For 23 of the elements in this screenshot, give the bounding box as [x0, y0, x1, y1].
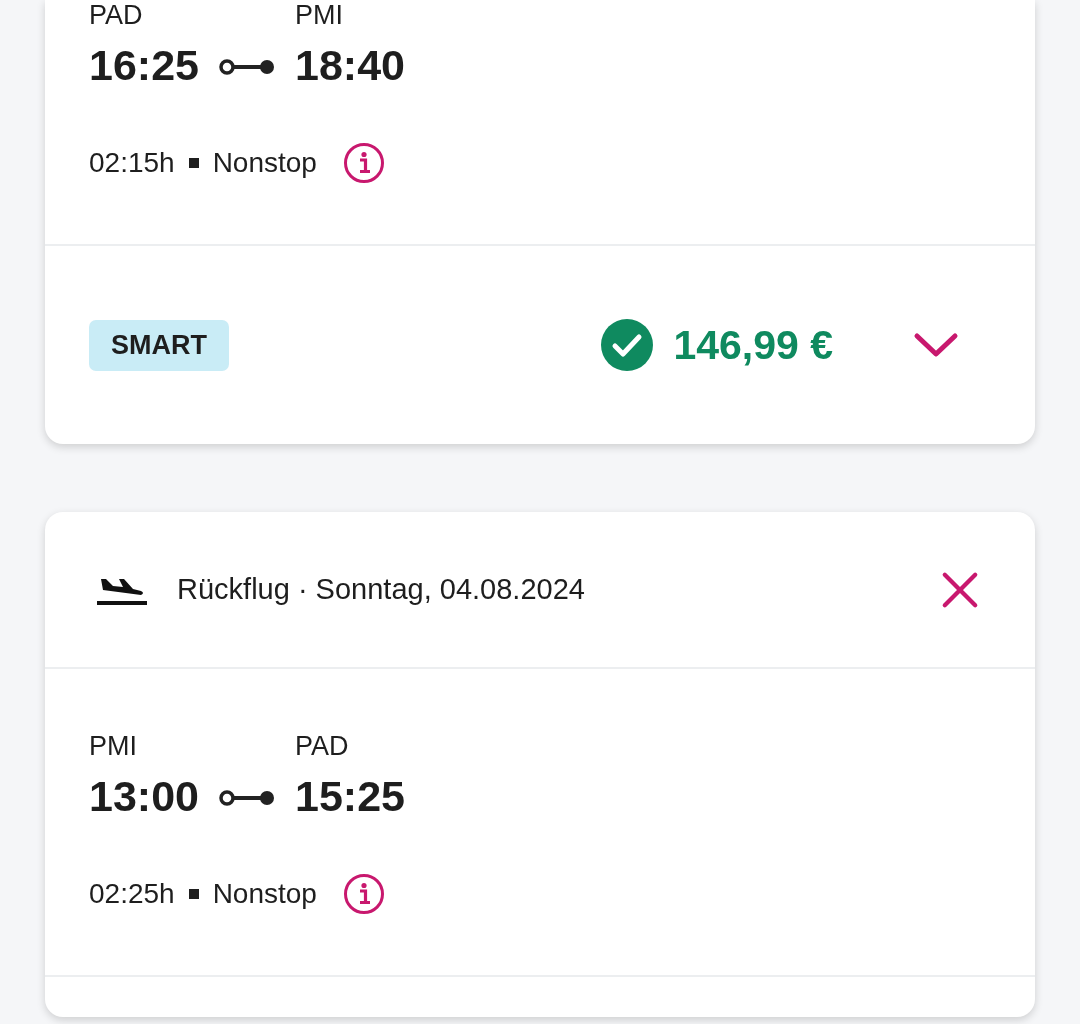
fare-price: 146,99 €: [673, 321, 833, 369]
flight-title: Rückflug · Sonntag, 04.08.2024: [177, 573, 586, 606]
stops-label: Nonstop: [212, 147, 317, 179]
origin-code: PMI: [89, 731, 138, 761]
separator-icon: [188, 889, 199, 899]
chevron-down-icon[interactable]: [913, 330, 959, 360]
connection-icon: [219, 58, 275, 76]
separator-icon: [188, 158, 199, 168]
arrival-time: 18:40: [295, 40, 405, 90]
fare-badge: SMART: [89, 319, 229, 371]
departure-time: 13:00: [89, 771, 199, 821]
departure-time: 16:25: [89, 40, 199, 90]
flight-duration: 02:25h: [89, 878, 175, 910]
flight-duration: 02:15h: [89, 147, 175, 179]
info-icon[interactable]: [342, 873, 385, 915]
connection-icon: [219, 789, 275, 807]
destination-code: PMI: [295, 0, 344, 30]
close-icon[interactable]: [941, 570, 979, 609]
destination-code: PAD: [295, 731, 350, 761]
origin-code: PAD: [89, 0, 144, 30]
stops-label: Nonstop: [212, 878, 317, 910]
info-icon[interactable]: [342, 142, 385, 184]
arrival-time: 15:25: [295, 771, 405, 821]
